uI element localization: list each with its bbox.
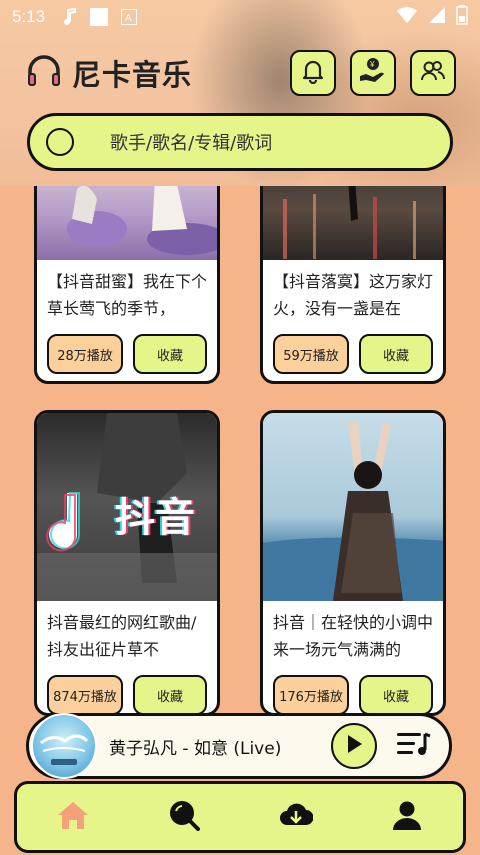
now-playing-title: 黄子弘凡 - 如意 (Live) (109, 738, 282, 759)
playlist-card[interactable]: 【抖音落寞】这万家灯火，没有一盏是在 59万播放 收藏 (260, 186, 446, 384)
a-icon: A (121, 9, 138, 25)
favorite-button[interactable]: 收藏 (359, 675, 433, 713)
playlist-cover: 抖音 (37, 413, 217, 601)
playlist-title: 【抖音甜蜜】我在下个草长莺飞的季节， (47, 272, 208, 318)
signal-icon (428, 6, 446, 28)
playlist-cover (263, 186, 443, 260)
status-bar: 5:13 A (0, 0, 480, 34)
playlist-cover (37, 186, 217, 260)
friends-button[interactable] (410, 50, 456, 96)
app-title: 尼卡音乐 (72, 58, 193, 92)
playlist-icon (397, 730, 431, 762)
play-count-badge: 28万播放 (47, 334, 123, 374)
nav-home[interactable] (43, 787, 103, 847)
play-count-badge: 59万播放 (273, 334, 349, 374)
search-icon (46, 128, 74, 156)
playlist-cover (263, 413, 443, 601)
play-icon (345, 734, 363, 758)
favorite-button[interactable]: 收藏 (133, 334, 207, 374)
nav-profile[interactable] (377, 787, 437, 847)
profile-icon (392, 800, 422, 834)
download-icon (279, 801, 314, 833)
cover-logo-text: 抖音 (115, 495, 195, 541)
status-time: 5:13 (12, 7, 46, 26)
nav-download[interactable] (266, 787, 326, 847)
svg-text:A: A (125, 13, 132, 24)
bottom-nav (14, 781, 466, 853)
notifications-button[interactable] (290, 50, 336, 96)
discover-icon (168, 799, 201, 835)
play-count-badge: 176万播放 (273, 675, 349, 713)
play-count-badge: 874万播放 (47, 675, 123, 713)
wifi-icon (396, 6, 418, 28)
search-placeholder: 歌手/歌名/专辑/歌词 (110, 133, 273, 154)
users-icon (420, 59, 446, 87)
now-playing-bar[interactable]: 黄子弘凡 - 如意 (Live) (26, 713, 452, 779)
bell-icon (301, 58, 325, 88)
playlist-title: 抖音｜在轻快的小调中来一场元气满满的 (273, 613, 434, 659)
nav-discover[interactable] (154, 787, 214, 847)
donate-button[interactable]: ¥ (350, 50, 396, 96)
home-icon (57, 800, 89, 834)
playlist-card[interactable]: 抖音｜在轻快的小调中来一场元气满满的 176万播放 收藏 (260, 410, 446, 716)
svg-text:¥: ¥ (369, 60, 375, 69)
playlist-card[interactable]: 【抖音甜蜜】我在下个草长莺飞的季节， 28万播放 收藏 (34, 186, 220, 384)
playlist-button[interactable] (397, 730, 431, 762)
playlist-card[interactable]: 抖音 抖音最红的网红歌曲/抖友出征片草不 874万播放 收藏 (34, 410, 220, 716)
music-note-icon (63, 8, 77, 26)
square-icon (89, 7, 109, 27)
money-hand-icon: ¥ (358, 56, 388, 90)
play-button[interactable] (331, 723, 377, 769)
playlist-title: 【抖音落寞】这万家灯火，没有一盏是在 (273, 272, 434, 318)
now-playing-cover[interactable] (31, 713, 97, 779)
favorite-button[interactable]: 收藏 (359, 334, 433, 374)
playlist-title: 抖音最红的网红歌曲/抖友出征片草不 (47, 613, 197, 659)
headphones-icon (26, 54, 62, 92)
favorite-button[interactable]: 收藏 (133, 675, 207, 713)
search-bar[interactable]: 歌手/歌名/专辑/歌词 (27, 113, 453, 171)
app-header: 尼卡音乐 ¥ (26, 50, 456, 96)
battery-icon (456, 5, 468, 29)
